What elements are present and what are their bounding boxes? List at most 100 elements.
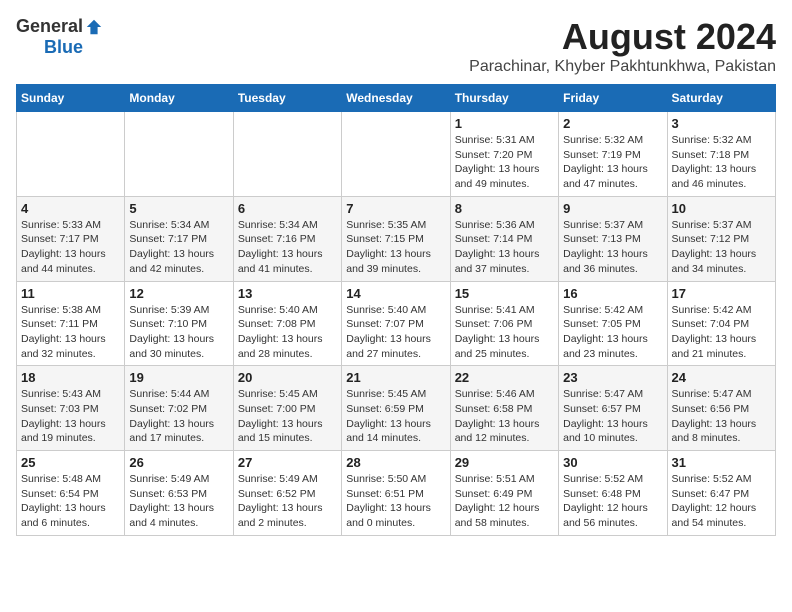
day-number: 22 [455,370,554,385]
day-number: 6 [238,201,337,216]
day-info: Sunrise: 5:46 AM Sunset: 6:58 PM Dayligh… [455,387,554,446]
day-info: Sunrise: 5:52 AM Sunset: 6:48 PM Dayligh… [563,472,662,531]
week-row-4: 18Sunrise: 5:43 AM Sunset: 7:03 PM Dayli… [17,366,776,451]
day-number: 19 [129,370,228,385]
day-number: 7 [346,201,445,216]
day-info: Sunrise: 5:45 AM Sunset: 6:59 PM Dayligh… [346,387,445,446]
day-number: 14 [346,286,445,301]
day-number: 26 [129,455,228,470]
calendar-cell: 12Sunrise: 5:39 AM Sunset: 7:10 PM Dayli… [125,281,233,366]
calendar-cell: 22 Sunrise: 5:46 AM Sunset: 6:58 PM Dayli… [450,366,558,451]
day-info: Sunrise: 5:48 AM Sunset: 6:54 PM Dayligh… [21,472,120,531]
day-info: Sunrise: 5:51 AM Sunset: 6:49 PM Dayligh… [455,472,554,531]
calendar-cell: 4 Sunrise: 5:33 AM Sunset: 7:17 PM Daylig… [17,196,125,281]
day-info: Sunrise: 5:40 AM Sunset: 7:08 PM Dayligh… [238,303,337,362]
day-number: 25 [21,455,120,470]
calendar-cell: 13 Sunrise: 5:40 AM Sunset: 7:08 PM Dayli… [233,281,341,366]
header-day-sunday: Sunday [17,85,125,112]
header-day-monday: Monday [125,85,233,112]
header-day-thursday: Thursday [450,85,558,112]
calendar-cell: 1Sunrise: 5:31 AM Sunset: 7:20 PM Daylig… [450,112,558,197]
day-number: 2 [563,116,662,131]
day-number: 20 [238,370,337,385]
day-info: Sunrise: 5:45 AM Sunset: 7:00 PM Dayligh… [238,387,337,446]
calendar-cell [233,112,341,197]
day-number: 9 [563,201,662,216]
day-info: Sunrise: 5:49 AM Sunset: 6:53 PM Dayligh… [129,472,228,531]
day-info: Sunrise: 5:33 AM Sunset: 7:17 PM Dayligh… [21,218,120,277]
calendar-cell: 16 Sunrise: 5:42 AM Sunset: 7:05 PM Dayli… [559,281,667,366]
calendar-cell: 6 Sunrise: 5:34 AM Sunset: 7:16 PM Daylig… [233,196,341,281]
day-info: Sunrise: 5:36 AM Sunset: 7:14 PM Dayligh… [455,218,554,277]
calendar-cell [125,112,233,197]
day-info: Sunrise: 5:37 AM Sunset: 7:12 PM Dayligh… [672,218,771,277]
day-info: Sunrise: 5:42 AM Sunset: 7:05 PM Dayligh… [563,303,662,362]
calendar-cell: 9 Sunrise: 5:37 AM Sunset: 7:13 PM Daylig… [559,196,667,281]
calendar-cell: 28 Sunrise: 5:50 AM Sunset: 6:51 PM Dayli… [342,451,450,536]
day-number: 15 [455,286,554,301]
header-day-tuesday: Tuesday [233,85,341,112]
calendar-cell: 10 Sunrise: 5:37 AM Sunset: 7:12 PM Dayli… [667,196,775,281]
day-number: 4 [21,201,120,216]
day-info: Sunrise: 5:42 AM Sunset: 7:04 PM Dayligh… [672,303,771,362]
calendar-cell: 7Sunrise: 5:35 AM Sunset: 7:15 PM Daylig… [342,196,450,281]
week-row-1: 1Sunrise: 5:31 AM Sunset: 7:20 PM Daylig… [17,112,776,197]
day-info: Sunrise: 5:38 AM Sunset: 7:11 PM Dayligh… [21,303,120,362]
calendar-cell: 5Sunrise: 5:34 AM Sunset: 7:17 PM Daylig… [125,196,233,281]
day-info: Sunrise: 5:49 AM Sunset: 6:52 PM Dayligh… [238,472,337,531]
day-number: 3 [672,116,771,131]
calendar-cell: 19Sunrise: 5:44 AM Sunset: 7:02 PM Dayli… [125,366,233,451]
day-number: 5 [129,201,228,216]
calendar-cell: 24Sunrise: 5:47 AM Sunset: 6:56 PM Dayli… [667,366,775,451]
calendar-cell: 2Sunrise: 5:32 AM Sunset: 7:19 PM Daylig… [559,112,667,197]
logo-icon [85,18,103,36]
header-day-saturday: Saturday [667,85,775,112]
day-number: 28 [346,455,445,470]
day-info: Sunrise: 5:37 AM Sunset: 7:13 PM Dayligh… [563,218,662,277]
day-number: 29 [455,455,554,470]
day-number: 17 [672,286,771,301]
page-header: General Blue August 2024 Parachinar, Khy… [16,16,776,76]
day-number: 16 [563,286,662,301]
day-info: Sunrise: 5:50 AM Sunset: 6:51 PM Dayligh… [346,472,445,531]
week-row-5: 25 Sunrise: 5:48 AM Sunset: 6:54 PM Dayli… [17,451,776,536]
week-row-3: 11 Sunrise: 5:38 AM Sunset: 7:11 PM Dayli… [17,281,776,366]
calendar-cell: 26 Sunrise: 5:49 AM Sunset: 6:53 PM Dayli… [125,451,233,536]
calendar-cell: 18Sunrise: 5:43 AM Sunset: 7:03 PM Dayli… [17,366,125,451]
day-info: Sunrise: 5:40 AM Sunset: 7:07 PM Dayligh… [346,303,445,362]
calendar-cell: 27 Sunrise: 5:49 AM Sunset: 6:52 PM Dayli… [233,451,341,536]
main-title: August 2024 [469,16,776,58]
calendar-cell: 30 Sunrise: 5:52 AM Sunset: 6:48 PM Dayli… [559,451,667,536]
day-info: Sunrise: 5:43 AM Sunset: 7:03 PM Dayligh… [21,387,120,446]
day-info: Sunrise: 5:39 AM Sunset: 7:10 PM Dayligh… [129,303,228,362]
day-info: Sunrise: 5:52 AM Sunset: 6:47 PM Dayligh… [672,472,771,531]
calendar-cell: 23 Sunrise: 5:47 AM Sunset: 6:57 PM Dayli… [559,366,667,451]
day-number: 8 [455,201,554,216]
day-info: Sunrise: 5:34 AM Sunset: 7:16 PM Dayligh… [238,218,337,277]
header-row: SundayMondayTuesdayWednesdayThursdayFrid… [17,85,776,112]
calendar-header: SundayMondayTuesdayWednesdayThursdayFrid… [17,85,776,112]
day-number: 1 [455,116,554,131]
day-info: Sunrise: 5:47 AM Sunset: 6:57 PM Dayligh… [563,387,662,446]
day-info: Sunrise: 5:41 AM Sunset: 7:06 PM Dayligh… [455,303,554,362]
logo-blue-text: Blue [44,37,83,58]
logo: General Blue [16,16,103,58]
calendar-cell: 25 Sunrise: 5:48 AM Sunset: 6:54 PM Dayli… [17,451,125,536]
day-number: 30 [563,455,662,470]
day-number: 23 [563,370,662,385]
calendar-cell: 8 Sunrise: 5:36 AM Sunset: 7:14 PM Daylig… [450,196,558,281]
day-number: 31 [672,455,771,470]
day-number: 10 [672,201,771,216]
day-number: 13 [238,286,337,301]
calendar-cell: 31 Sunrise: 5:52 AM Sunset: 6:47 PM Dayli… [667,451,775,536]
day-info: Sunrise: 5:47 AM Sunset: 6:56 PM Dayligh… [672,387,771,446]
header-day-friday: Friday [559,85,667,112]
title-block: August 2024 Parachinar, Khyber Pakhtunkh… [469,16,776,76]
week-row-2: 4 Sunrise: 5:33 AM Sunset: 7:17 PM Daylig… [17,196,776,281]
calendar-table: SundayMondayTuesdayWednesdayThursdayFrid… [16,84,776,536]
calendar-cell: 15 Sunrise: 5:41 AM Sunset: 7:06 PM Dayli… [450,281,558,366]
day-number: 11 [21,286,120,301]
calendar-cell: 17 Sunrise: 5:42 AM Sunset: 7:04 PM Dayli… [667,281,775,366]
day-number: 27 [238,455,337,470]
subtitle: Parachinar, Khyber Pakhtunkhwa, Pakistan [469,58,776,76]
